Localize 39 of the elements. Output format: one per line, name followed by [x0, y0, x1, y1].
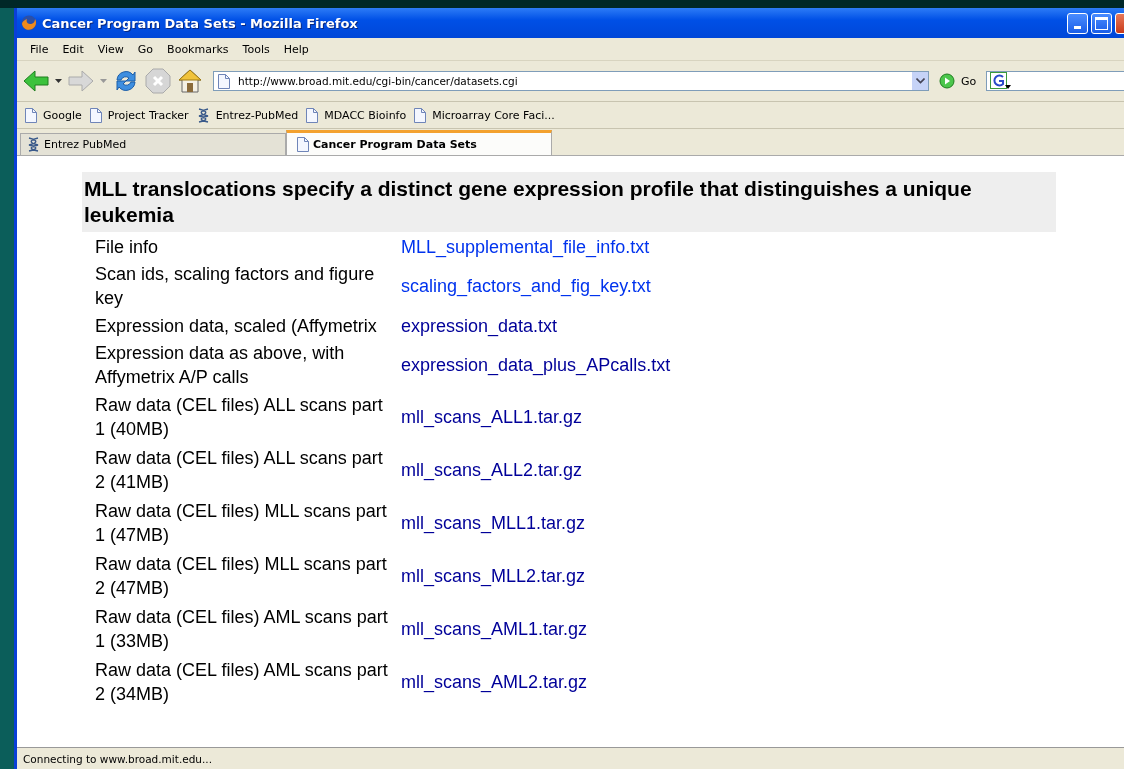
- window-title: Cancer Program Data Sets - Mozilla Firefox: [42, 15, 358, 31]
- file-link[interactable]: expression_data.txt: [401, 315, 558, 336]
- menu-item[interactable]: Bookmarks: [162, 42, 234, 56]
- file-link[interactable]: expression_data_plus_APcalls.txt: [401, 355, 671, 375]
- file-link[interactable]: mll_scans_AML1.tar.gz: [401, 618, 588, 639]
- menu-item[interactable]: File: [25, 42, 54, 56]
- bookmark-item[interactable]: Project Tracker: [89, 107, 189, 123]
- file-link[interactable]: scaling_factors_and_fig_key.txt: [401, 276, 651, 296]
- bookmark-item[interactable]: MDACC Bioinfo: [306, 107, 407, 123]
- file-link[interactable]: mll_scans_MLL1.tar.gz: [401, 512, 586, 533]
- menu-item[interactable]: Tools: [237, 42, 275, 56]
- menu-item[interactable]: Help: [278, 42, 314, 56]
- file-link[interactable]: mll_scans_ALL2.tar.gz: [401, 459, 583, 480]
- file-link[interactable]: mll_scans_ALL1.tar.gz: [401, 406, 583, 427]
- menu-item[interactable]: Go: [132, 42, 159, 56]
- go-button[interactable]: Go: [935, 73, 981, 89]
- file-link[interactable]: MLL_supplemental_file_info.txt: [401, 236, 650, 257]
- file-description: Raw data (CEL files) MLL scans part 1 (47MB): [94, 499, 388, 547]
- file-description: Raw data (CEL files) AML scans part 1 (33MB): [94, 605, 389, 653]
- file-link[interactable]: mll_scans_MLL2.tar.gz: [401, 565, 586, 586]
- menu-item[interactable]: View: [92, 42, 129, 56]
- bookmark-item[interactable]: Microarray Core Faci...: [414, 107, 555, 123]
- file-description: Expression data, scaled (Affymetrix: [94, 314, 378, 338]
- address-field[interactable]: http://www.broad.mit.edu/cgi-bin/cancer/datasets.cgi: [213, 71, 929, 91]
- menu-item[interactable]: Edit: [57, 42, 89, 56]
- bookmark-item[interactable]: Google: [25, 107, 82, 123]
- file-description: Raw data (CEL files) ALL scans part 1 (40MB): [94, 393, 384, 441]
- file-description: Scan ids, scaling factors and figure key: [94, 263, 376, 310]
- browser-tab[interactable]: Cancer Program Data Sets: [286, 130, 552, 155]
- status-text: Connecting to www.broad.mit.edu...: [23, 752, 212, 765]
- file-description: Raw data (CEL files) ALL scans part 2 (41MB): [94, 446, 384, 494]
- file-link[interactable]: mll_scans_AML2.tar.gz: [401, 671, 588, 692]
- file-description: File info: [94, 235, 160, 259]
- file-description: Raw data (CEL files) AML scans part 2 (34MB): [94, 658, 389, 706]
- file-description: Raw data (CEL files) MLL scans part 2 (47MB): [94, 552, 388, 600]
- browser-tab[interactable]: Entrez PubMed: [20, 133, 286, 155]
- file-description: Expression data as above, with Affymetrix A/P calls: [94, 342, 346, 389]
- bookmark-item[interactable]: Entrez-PubMed: [196, 107, 299, 123]
- page-heading: MLL translocations specify a distinct gene expression profile that distinguishes a unique leukemia: [82, 172, 1056, 232]
